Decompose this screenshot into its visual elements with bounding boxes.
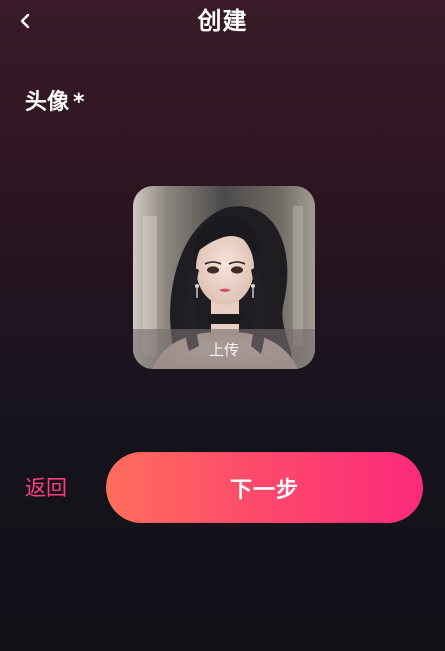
required-mark: * [73, 90, 85, 115]
upload-button[interactable]: 上传 [133, 329, 315, 369]
avatar-label-text: 头像 [25, 90, 70, 115]
page-title: 创建 [197, 7, 248, 35]
return-button[interactable]: 返回 [25, 472, 67, 504]
next-step-button[interactable]: 下一步 [106, 452, 423, 523]
header-bar: 创建 [0, 0, 445, 46]
avatar-upload-card[interactable]: 上传 [133, 186, 315, 369]
avatar-field-label: 头像 * [25, 87, 85, 119]
